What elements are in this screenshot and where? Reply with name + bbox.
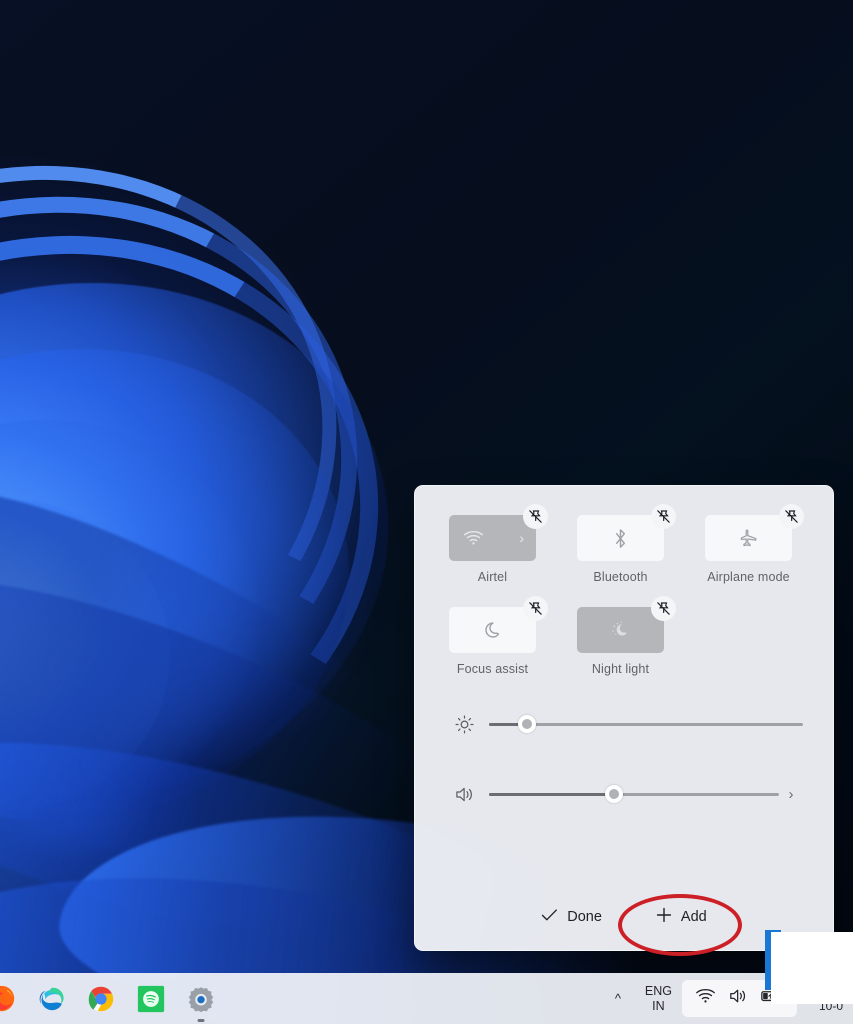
plus-icon <box>656 907 672 927</box>
volume-icon <box>728 987 748 1010</box>
chevron-right-icon: › <box>519 530 524 546</box>
night-light-icon <box>610 620 631 640</box>
tile-button-focus-assist[interactable] <box>449 596 548 653</box>
taskbar-app-icons <box>0 984 216 1022</box>
taskbar: ^ ENG IN 10-0 <box>0 973 853 1024</box>
brightness-slider-rail <box>489 722 803 726</box>
tile-button-wifi[interactable]: › <box>449 504 548 561</box>
tray-language-line2: IN <box>652 998 665 1013</box>
unpin-icon-wifi[interactable] <box>523 504 548 529</box>
add-button-label: Add <box>680 909 707 925</box>
tray-language-line1: ENG <box>644 983 672 998</box>
brightness-slider[interactable] <box>489 713 803 735</box>
taskbar-icon-firefox[interactable] <box>0 984 16 1014</box>
checkmark-icon <box>541 908 558 926</box>
tile-cell-night-light: Night light <box>577 596 676 676</box>
unpin-icon-focus-assist[interactable] <box>523 596 548 621</box>
tile-cell-airplane-mode: Airplane mode <box>705 504 804 584</box>
quick-settings-tiles: › Airtel Bluetooth Airplane mode Focus a… <box>415 486 833 676</box>
wifi-icon <box>695 988 716 1009</box>
volume-slider-fill <box>489 792 614 796</box>
tile-label-focus-assist: Focus assist <box>456 662 529 676</box>
taskbar-icon-edge[interactable] <box>36 984 66 1014</box>
tile-cell-empty <box>705 607 792 676</box>
volume-slider[interactable] <box>489 783 779 805</box>
quick-settings-sliders: › <box>415 676 833 890</box>
taskbar-icon-chrome[interactable] <box>86 984 116 1014</box>
tile-row: Focus assist Night light <box>449 596 799 676</box>
unpin-icon-night-light[interactable] <box>651 596 676 621</box>
overlay-white-rectangle <box>771 932 853 1004</box>
taskbar-icon-settings[interactable] <box>186 984 216 1022</box>
tile-cell-bluetooth: Bluetooth <box>577 504 676 584</box>
unpin-icon-airplane-mode[interactable] <box>779 504 804 529</box>
desktop-screen: › Airtel Bluetooth Airplane mode Focus a… <box>0 0 853 1024</box>
tile-label-bluetooth: Bluetooth <box>593 570 648 584</box>
volume-slider-row: › <box>451 777 803 811</box>
tile-button-night-light[interactable] <box>577 596 676 653</box>
running-indicator <box>197 1018 205 1022</box>
tile-button-airplane-mode[interactable] <box>705 504 804 561</box>
tile-button-bluetooth[interactable] <box>577 504 676 561</box>
unpin-icon-bluetooth[interactable] <box>651 504 676 529</box>
chevron-up-icon[interactable]: ^ <box>601 991 635 1006</box>
tile-row: › Airtel Bluetooth Airplane mode <box>449 504 804 584</box>
tile-label-night-light: Night light <box>591 662 650 676</box>
brightness-icon <box>451 714 477 735</box>
chevron-right-icon[interactable]: › <box>779 786 803 803</box>
volume-icon <box>451 785 477 804</box>
done-button-label: Done <box>567 909 602 925</box>
tile-label-wifi: Airtel <box>477 570 508 584</box>
bluetooth-icon <box>613 528 628 549</box>
add-button[interactable]: Add <box>646 901 717 933</box>
tray-language-indicator[interactable]: ENG IN <box>645 984 672 1014</box>
tile-label-airplane-mode: Airplane mode <box>707 570 790 584</box>
airplane-icon <box>737 528 760 548</box>
tile-cell-focus-assist: Focus assist <box>449 596 548 676</box>
brightness-slider-row <box>451 707 803 741</box>
taskbar-icon-spotify[interactable] <box>136 984 166 1014</box>
quick-settings-panel: › Airtel Bluetooth Airplane mode Focus a… <box>414 485 834 951</box>
volume-slider-thumb[interactable] <box>604 785 623 803</box>
tile-cell-wifi: › Airtel <box>449 504 548 584</box>
brightness-slider-thumb[interactable] <box>517 715 536 733</box>
moon-icon <box>483 621 502 640</box>
wifi-icon <box>463 530 484 546</box>
done-button[interactable]: Done <box>531 902 612 932</box>
